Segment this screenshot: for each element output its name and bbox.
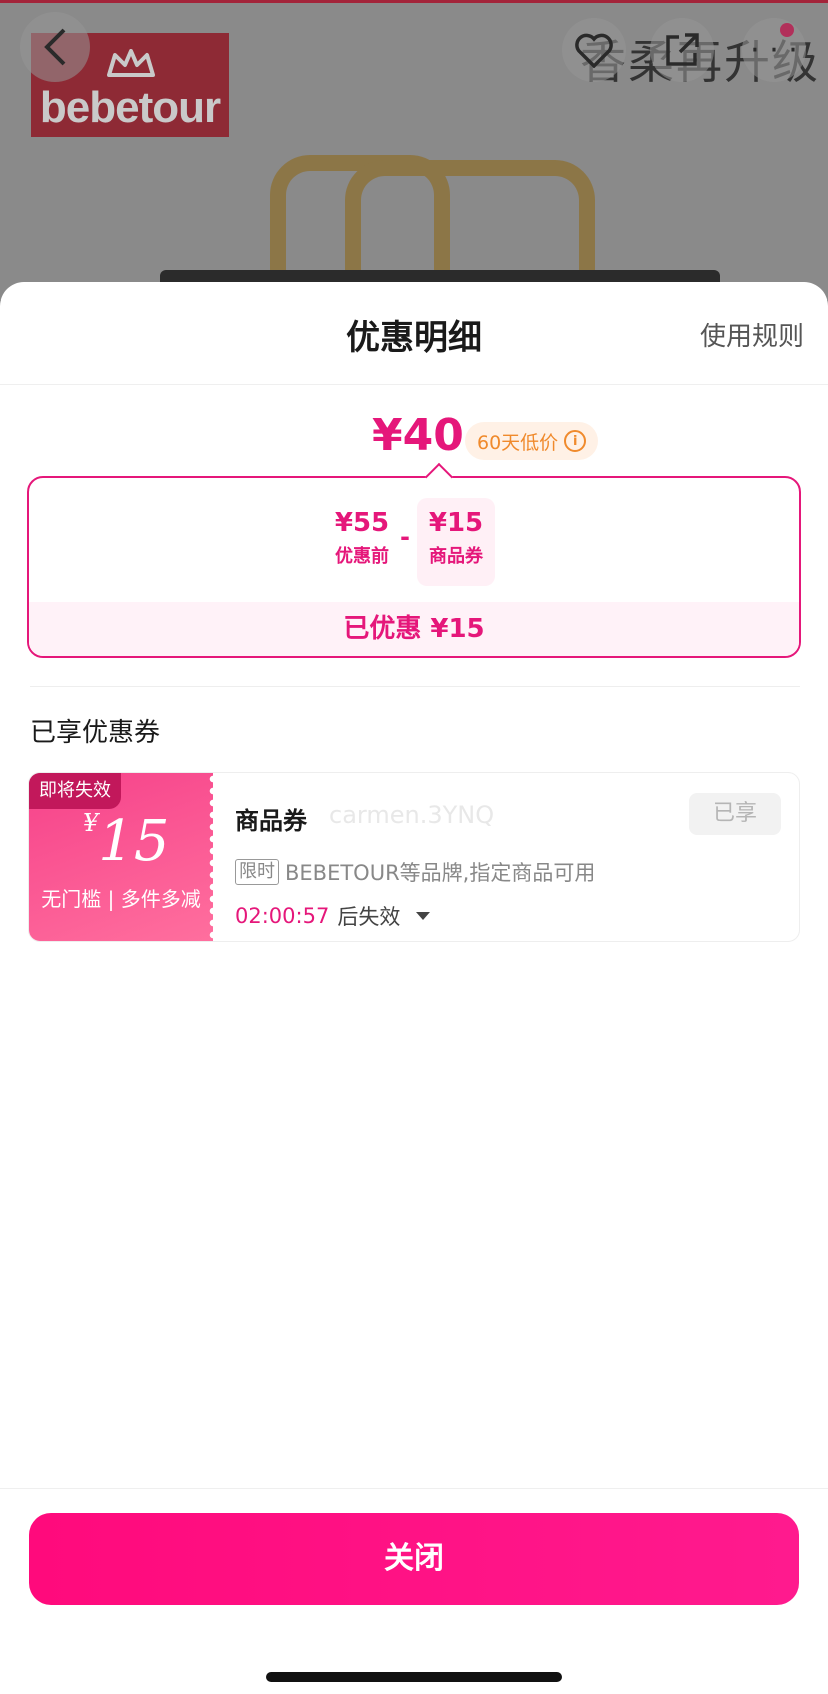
minus-sign: - bbox=[400, 523, 410, 551]
coupon-amount: ¥15 bbox=[83, 809, 170, 874]
currency-symbol: ¥ bbox=[83, 809, 99, 837]
final-price-row: ¥40 60天低价 i bbox=[0, 410, 828, 470]
footer-divider bbox=[0, 1488, 828, 1489]
background-product-page: bebetour 香柔再升级 · · · bbox=[0, 0, 828, 300]
bag-handle bbox=[345, 160, 595, 275]
share-icon bbox=[666, 33, 699, 66]
more-button[interactable]: · · · bbox=[742, 18, 806, 82]
price-before-discount: ¥55 优惠前 bbox=[323, 498, 401, 586]
home-indicator bbox=[266, 1672, 562, 1682]
notification-dot bbox=[780, 23, 794, 37]
expiring-soon-tag: 即将失效 bbox=[29, 773, 121, 809]
chevron-left-icon bbox=[44, 28, 66, 66]
coupon-name: 商品券 bbox=[235, 807, 307, 835]
back-button[interactable] bbox=[20, 12, 90, 82]
coupon-status-badge: 已享 bbox=[689, 793, 781, 835]
coupon-value-panel: 即将失效 ¥15 无门槛 | 多件多减 bbox=[29, 773, 218, 941]
countdown-time: 02:00:57 bbox=[235, 904, 330, 928]
total-saved-text: 已优惠 ¥15 bbox=[29, 602, 799, 656]
section-divider bbox=[30, 686, 800, 687]
final-price: ¥40 bbox=[372, 410, 464, 461]
coupon-countdown[interactable]: 02:00:57 后失效 bbox=[235, 901, 431, 931]
top-accent-line bbox=[0, 0, 828, 3]
watermark-text: carmen.3YNQ bbox=[329, 801, 495, 829]
price-before-label: 优惠前 bbox=[335, 546, 389, 567]
coupon-amount-value: 15 bbox=[98, 809, 170, 874]
brand-logo-text: bebetour bbox=[39, 83, 221, 132]
price-before-amount: ¥55 bbox=[334, 508, 390, 538]
coupon-deduction-label: 商品券 bbox=[429, 546, 483, 567]
usage-rules-link[interactable]: 使用规则 bbox=[700, 316, 804, 353]
coupon-description: 限时 BEBETOUR等品牌,指定商品可用 bbox=[235, 857, 595, 887]
discount-detail-sheet: 优惠明细 使用规则 ¥40 60天低价 i ¥55 优惠前 - ¥15 商品券 … bbox=[0, 282, 828, 1694]
info-icon: i bbox=[564, 430, 587, 452]
countdown-suffix: 后失效 bbox=[337, 905, 401, 929]
more-icon: · · · bbox=[750, 32, 798, 68]
favorite-button[interactable] bbox=[562, 18, 626, 82]
low-price-badge-label: 60天低价 bbox=[477, 431, 559, 454]
price-calculation-box: ¥55 优惠前 - ¥15 商品券 已优惠 ¥15 bbox=[27, 462, 801, 658]
coupon-scope-text: BEBETOUR等品牌,指定商品可用 bbox=[285, 861, 596, 885]
coupon-deduction-amount: ¥15 bbox=[428, 508, 484, 538]
applied-coupons-title: 已享优惠券 bbox=[30, 718, 161, 748]
caret-down-icon bbox=[416, 912, 431, 920]
limited-time-tag: 限时 bbox=[235, 859, 279, 885]
coupon-condition: 无门槛 | 多件多减 bbox=[41, 887, 201, 911]
coupon-deduction: ¥15 商品券 bbox=[417, 498, 495, 586]
close-button[interactable]: 关闭 bbox=[29, 1513, 799, 1605]
sheet-header: 优惠明细 使用规则 bbox=[0, 282, 828, 385]
coupon-card[interactable]: 即将失效 ¥15 无门槛 | 多件多减 商品券 carmen.3YNQ 已享 限… bbox=[28, 772, 800, 942]
crown-icon bbox=[107, 49, 155, 77]
share-button[interactable] bbox=[650, 18, 714, 82]
heart-icon bbox=[575, 33, 613, 68]
low-price-badge[interactable]: 60天低价 i bbox=[465, 422, 599, 460]
